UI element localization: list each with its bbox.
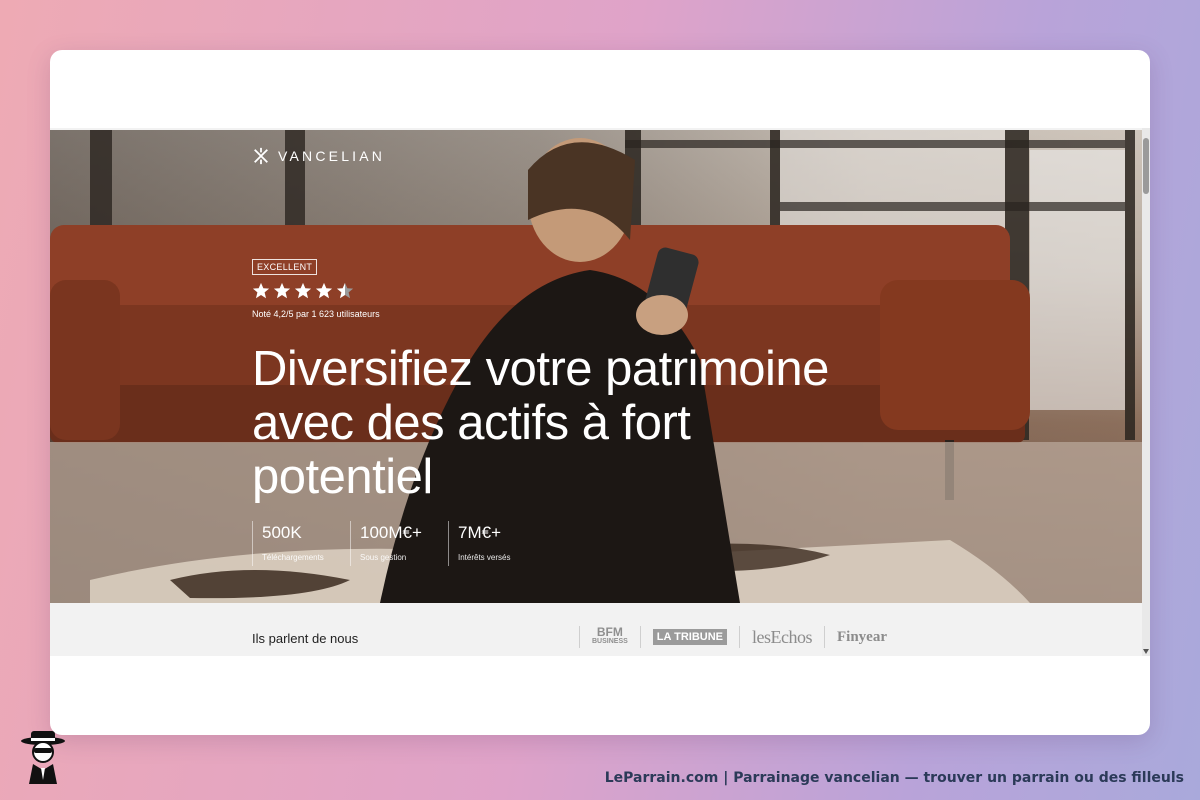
stat-label: Sous gestion (360, 553, 407, 562)
star-icon (252, 282, 270, 299)
half-star-icon (336, 282, 354, 299)
footer-caption: LeParrain.com | Parrainage vancelian — t… (604, 770, 1184, 786)
stat-value: 7M€+ (458, 523, 501, 542)
stat-assets-under-management: 100M€+ Sous gestion (350, 521, 448, 566)
press-logos: BFM BUSINESS LA TRIBUNE lesEchos Finyear (579, 626, 899, 648)
page-viewport: VANCELIAN EXCELLENT Noté 4,2/5 par 1 623… (50, 128, 1150, 656)
rating-badge: EXCELLENT (252, 259, 318, 275)
les-echos-text: lesEchos (752, 626, 812, 647)
stats-row: 500K Téléchargements 100M€+ Sous gestion… (252, 521, 546, 566)
rating-stars (252, 282, 354, 300)
press-section: Ils parlent de nous BFM BUSINESS LA TRIBU… (50, 604, 1142, 656)
stat-label: Téléchargements (262, 553, 324, 562)
brand-logo[interactable]: VANCELIAN (252, 147, 385, 165)
hero-section: VANCELIAN EXCELLENT Noté 4,2/5 par 1 623… (50, 130, 1142, 603)
star-icon (273, 282, 291, 299)
stat-value: 500K (262, 523, 302, 542)
hero-headline: Diversifiez votre patrimoine avec des ac… (252, 342, 829, 504)
rating-text: Noté 4,2/5 par 1 623 utilisateurs (252, 309, 380, 319)
stat-label: Intérêts versés (458, 553, 511, 562)
press-title: Ils parlent de nous (252, 631, 359, 646)
scrollbar-thumb[interactable] (1143, 138, 1149, 194)
stat-downloads: 500K Téléchargements (252, 521, 350, 566)
leparrain-mascot-icon (21, 731, 65, 784)
press-logo-la-tribune[interactable]: LA TRIBUNE (639, 626, 739, 648)
vancelian-logo-icon (254, 147, 268, 165)
stat-interest-paid: 7M€+ Intérêts versés (448, 521, 546, 566)
brand-name: VANCELIAN (278, 148, 386, 164)
star-icon (315, 282, 333, 299)
browser-card: VANCELIAN EXCELLENT Noté 4,2/5 par 1 623… (50, 50, 1150, 735)
stat-value: 100M€+ (360, 523, 422, 542)
la-tribune-text: LA TRIBUNE (652, 629, 727, 645)
press-logo-bfm-business[interactable]: BFM BUSINESS (579, 626, 640, 648)
press-logo-les-echos[interactable]: lesEchos (739, 626, 824, 648)
vertical-scrollbar[interactable] (1142, 128, 1150, 656)
scroll-down-arrow-icon[interactable] (1143, 649, 1149, 654)
press-logo-finyear[interactable]: Finyear (823, 626, 899, 648)
star-icon (294, 282, 312, 299)
finyear-text: Finyear (836, 628, 887, 645)
bfm-sub-text: BUSINESS (592, 638, 628, 645)
